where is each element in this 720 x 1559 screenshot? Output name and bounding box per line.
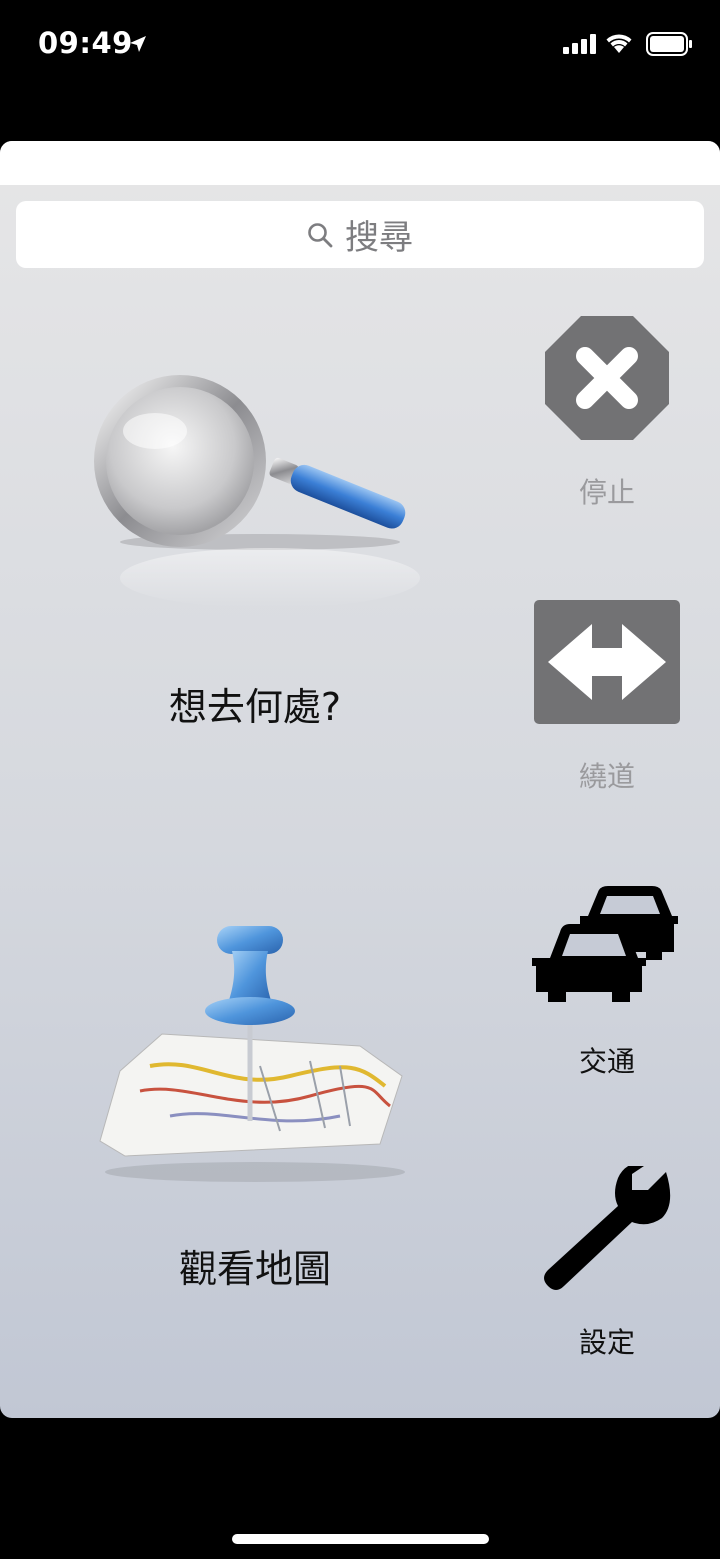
search-icon [308,222,333,247]
settings-label: 設定 [578,1326,635,1359]
stop-label: 停止 [578,476,635,509]
where-to-button[interactable]: 想去何處? [80,346,430,746]
sheet-header [0,141,720,185]
detour-arrows-icon [534,600,680,724]
map-pushpin-icon [99,926,405,1182]
stop-octagon-icon [545,316,669,440]
settings-button[interactable]: 設定 [520,1166,694,1366]
search-bar[interactable]: 搜尋 [16,201,704,268]
view-map-button[interactable]: 觀看地圖 [80,916,430,1316]
status-time: 09:49 [38,26,133,60]
magnifying-glass-icon [94,375,420,608]
traffic-button[interactable]: 交通 [520,886,694,1086]
status-bar: 09:49 [0,0,720,90]
battery-icon [646,32,692,56]
traffic-label: 交通 [578,1045,635,1078]
search-placeholder: 搜尋 [345,218,413,258]
detour-label: 繞道 [578,760,635,793]
where-to-label: 想去何處? [168,685,342,729]
stop-button[interactable]: 停止 [520,316,694,516]
detour-button[interactable]: 繞道 [520,600,694,800]
home-indicator[interactable] [232,1534,489,1544]
view-map-label: 觀看地圖 [178,1247,331,1291]
wifi-icon [606,34,632,53]
cellular-signal-icon [563,34,596,54]
main-menu-sheet: 搜尋 想去何處? 觀看地圖 停止 繞道 交通 設定 [0,141,720,1418]
location-arrow-icon [130,36,146,52]
traffic-cars-icon [532,886,678,1002]
wrench-icon [544,1166,671,1290]
